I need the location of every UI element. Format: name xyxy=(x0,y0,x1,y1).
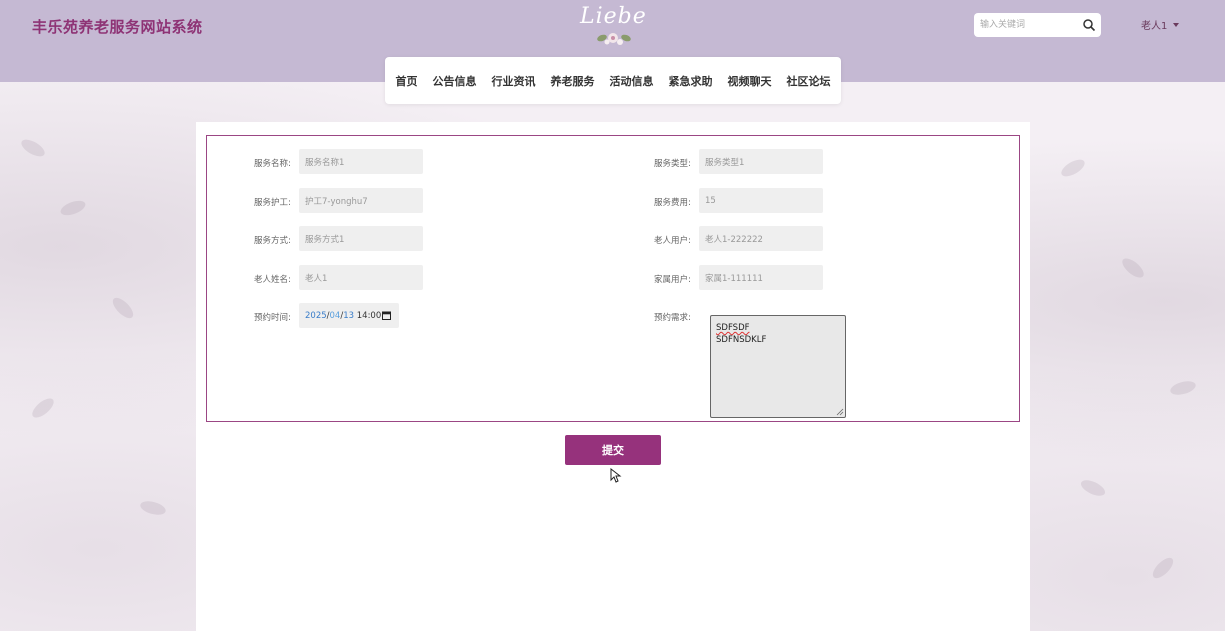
date-day: 13 xyxy=(343,310,355,321)
service-type-field[interactable]: 服务类型1 xyxy=(699,149,823,174)
leaf-decoration xyxy=(1058,156,1088,180)
main-nav: 首页 公告信息 行业资讯 养老服务 活动信息 紧急求助 视频聊天 社区论坛 xyxy=(385,57,841,104)
elder-user-label: 老人用户: xyxy=(654,236,691,246)
nav-item-elder-services[interactable]: 养老服务 xyxy=(543,73,602,89)
appointment-time-field[interactable]: 2025/04/13 14:00 xyxy=(299,303,399,328)
appointment-time-label: 预约时间: xyxy=(254,313,291,323)
nav-item-announcements[interactable]: 公告信息 xyxy=(425,73,484,89)
search-box xyxy=(974,13,1101,37)
service-type-label: 服务类型: xyxy=(654,159,691,169)
appointment-needs-label: 预约需求: xyxy=(654,313,691,323)
leaf-decoration xyxy=(1078,477,1108,499)
mouse-cursor-icon xyxy=(610,468,622,483)
service-nurse-field[interactable]: 护工7-yonghu7 xyxy=(299,188,423,213)
logo[interactable]: Liebe xyxy=(580,2,646,48)
date-month: 04 xyxy=(329,310,341,321)
service-name-label: 服务名称: xyxy=(254,159,291,169)
elder-name-field[interactable]: 老人1 xyxy=(299,265,423,290)
leaf-decoration xyxy=(1168,378,1198,398)
elder-user-field[interactable]: 老人1-222222 xyxy=(699,226,823,251)
service-nurse-label: 服务护工: xyxy=(254,198,291,208)
nav-item-forum[interactable]: 社区论坛 xyxy=(779,73,838,89)
nav-item-video-chat[interactable]: 视频聊天 xyxy=(720,73,779,89)
nav-item-emergency[interactable]: 紧急求助 xyxy=(661,73,720,89)
leaf-decoration xyxy=(1149,554,1177,582)
service-name-field[interactable]: 服务名称1 xyxy=(299,149,423,174)
needs-line-2: SDFNSDKLF xyxy=(716,335,767,345)
search-icon[interactable] xyxy=(1082,18,1096,32)
leaf-decoration xyxy=(109,294,137,322)
flower-icon xyxy=(597,33,631,45)
site-title: 丰乐苑养老服务网站系统 xyxy=(32,18,203,36)
chevron-down-icon xyxy=(1173,22,1180,27)
date-year: 2025 xyxy=(305,310,327,321)
service-fee-field[interactable]: 15 xyxy=(699,188,823,213)
resize-handle-icon[interactable] xyxy=(836,408,844,416)
leaf-decoration xyxy=(1119,255,1147,281)
leaf-decoration xyxy=(29,395,57,421)
content-panel: 服务名称: 服务名称1 服务类型: 服务类型1 服务护工: 护工7-yonghu… xyxy=(196,122,1030,631)
nav-item-industry-news[interactable]: 行业资讯 xyxy=(484,73,543,89)
nav-item-activities[interactable]: 活动信息 xyxy=(602,73,661,89)
user-menu[interactable]: 老人1 xyxy=(1141,17,1180,32)
service-method-field[interactable]: 服务方式1 xyxy=(299,226,423,251)
family-user-label: 家属用户: xyxy=(654,275,691,285)
appointment-needs-textarea[interactable]: SDFSDF SDFNSDKLF xyxy=(710,315,846,418)
leaf-decoration xyxy=(58,197,88,219)
elder-name-label: 老人姓名: xyxy=(254,275,291,285)
user-name: 老人1 xyxy=(1141,21,1168,32)
leaf-decoration xyxy=(138,498,168,518)
service-fee-label: 服务费用: xyxy=(654,198,691,208)
family-user-field[interactable]: 家属1-111111 xyxy=(699,265,823,290)
submit-button[interactable]: 提交 xyxy=(565,435,661,465)
calendar-icon[interactable] xyxy=(382,311,391,320)
leaf-decoration xyxy=(18,136,48,160)
booking-form: 服务名称: 服务名称1 服务类型: 服务类型1 服务护工: 护工7-yonghu… xyxy=(206,135,1020,422)
service-method-label: 服务方式: xyxy=(254,236,291,246)
date-time: 14:00 xyxy=(354,310,382,321)
search-input[interactable] xyxy=(974,13,1078,37)
nav-item-home[interactable]: 首页 xyxy=(388,73,425,89)
needs-line-1: SDFSDF xyxy=(716,323,750,333)
